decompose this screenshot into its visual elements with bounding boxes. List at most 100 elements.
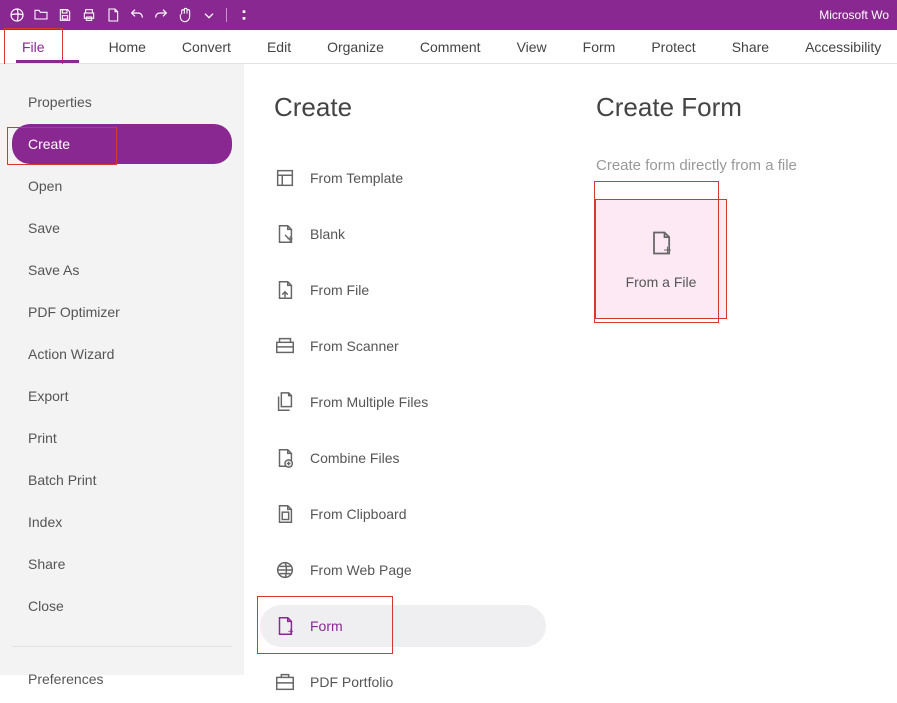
main-area: Properties Create Open Save Save As PDF …: [0, 64, 897, 675]
create-item-label: From File: [310, 282, 369, 298]
create-item-blank[interactable]: + Blank: [274, 213, 546, 255]
sidebar-item-properties[interactable]: Properties: [12, 82, 232, 122]
menu-item-label: View: [517, 39, 547, 55]
create-item-clipboard[interactable]: From Clipboard: [274, 493, 546, 535]
save-icon[interactable]: [56, 6, 74, 24]
create-item-label: PDF Portfolio: [310, 674, 393, 690]
create-item-label: From Template: [310, 170, 403, 186]
create-item-form[interactable]: + Form: [260, 605, 546, 647]
from-a-file-button[interactable]: + From a File: [596, 200, 726, 318]
template-icon: [274, 167, 296, 189]
window-title: Microsoft Wo: [819, 8, 889, 22]
menu-item-comment[interactable]: Comment: [402, 30, 499, 63]
portfolio-icon: [274, 671, 296, 693]
menu-item-accessibility[interactable]: Accessibility: [787, 30, 897, 63]
sidebar-item-label: Save As: [28, 262, 79, 278]
sidebar-item-open[interactable]: Open: [12, 166, 232, 206]
file-icon: [274, 279, 296, 301]
sidebar-item-preferences[interactable]: Preferences: [12, 646, 232, 699]
sidebar-item-label: Action Wizard: [28, 346, 114, 362]
undo-icon[interactable]: [128, 6, 146, 24]
blank-icon: +: [274, 223, 296, 245]
web-icon: [274, 559, 296, 581]
menu-item-organize[interactable]: Organize: [309, 30, 402, 63]
customize-icon[interactable]: [235, 6, 253, 24]
menu-item-home[interactable]: Home: [91, 30, 164, 63]
sidebar-item-label: Index: [28, 514, 62, 530]
menu-item-label: Home: [109, 39, 146, 55]
create-item-web[interactable]: From Web Page: [274, 549, 546, 591]
create-item-label: Blank: [310, 226, 345, 242]
form-card-wrap: + From a File: [596, 200, 726, 318]
sidebar-item-label: Print: [28, 430, 57, 446]
create-title: Create: [274, 92, 546, 123]
create-item-combine[interactable]: Combine Files: [274, 437, 546, 479]
app-logo-icon[interactable]: [8, 6, 26, 24]
svg-text:+: +: [287, 233, 293, 245]
create-item-from-file[interactable]: From File: [274, 269, 546, 311]
menu-item-protect[interactable]: Protect: [633, 30, 713, 63]
create-item-portfolio[interactable]: PDF Portfolio: [274, 661, 546, 703]
menu-item-convert[interactable]: Convert: [164, 30, 249, 63]
scanner-icon: [274, 335, 296, 357]
titlebar-divider: [226, 8, 227, 22]
create-item-from-scanner[interactable]: From Scanner: [274, 325, 546, 367]
create-list: From Template + Blank From File From Sca…: [274, 157, 546, 703]
page-icon[interactable]: [104, 6, 122, 24]
sidebar: Properties Create Open Save Save As PDF …: [0, 64, 244, 675]
form-icon: +: [274, 615, 296, 637]
sidebar-item-export[interactable]: Export: [12, 376, 232, 416]
menu-item-label: Protect: [651, 39, 695, 55]
chevron-down-icon[interactable]: [200, 6, 218, 24]
sidebar-item-save[interactable]: Save: [12, 208, 232, 248]
create-form-title: Create Form: [596, 92, 877, 123]
sidebar-item-label: Save: [28, 220, 60, 236]
create-item-multiple-files[interactable]: From Multiple Files: [274, 381, 546, 423]
create-form-panel: Create Form Create form directly from a …: [576, 64, 897, 675]
file-plus-icon: +: [647, 229, 675, 260]
menu-item-edit[interactable]: Edit: [249, 30, 309, 63]
sidebar-item-pdf-optimizer[interactable]: PDF Optimizer: [12, 292, 232, 332]
menubar: File Home Convert Edit Organize Comment …: [0, 30, 897, 64]
clipboard-icon: [274, 503, 296, 525]
sidebar-item-label: Open: [28, 178, 62, 194]
menu-item-share[interactable]: Share: [714, 30, 787, 63]
sidebar-item-label: Close: [28, 598, 64, 614]
sidebar-item-close[interactable]: Close: [12, 586, 232, 626]
sidebar-item-share[interactable]: Share: [12, 544, 232, 584]
create-panel: Create From Template + Blank From File F…: [244, 64, 576, 675]
combine-icon: [274, 447, 296, 469]
menu-item-view[interactable]: View: [499, 30, 565, 63]
menu-item-file[interactable]: File: [4, 30, 91, 63]
menu-item-label: Edit: [267, 39, 291, 55]
sidebar-item-label: Export: [28, 388, 68, 404]
sidebar-item-label: Batch Print: [28, 472, 96, 488]
svg-text:+: +: [663, 241, 671, 256]
sidebar-item-label: Preferences: [28, 671, 103, 687]
sidebar-item-label: PDF Optimizer: [28, 304, 120, 320]
multi-file-icon: [274, 391, 296, 413]
create-item-label: Combine Files: [310, 450, 399, 466]
sidebar-item-label: Share: [28, 556, 65, 572]
sidebar-item-batch-print[interactable]: Batch Print: [12, 460, 232, 500]
svg-text:+: +: [288, 627, 294, 637]
sidebar-item-print[interactable]: Print: [12, 418, 232, 458]
create-item-label: From Scanner: [310, 338, 399, 354]
menu-item-label: Share: [732, 39, 769, 55]
menu-item-label: Comment: [420, 39, 481, 55]
hand-tool-icon[interactable]: [176, 6, 194, 24]
sidebar-item-action-wizard[interactable]: Action Wizard: [12, 334, 232, 374]
sidebar-item-save-as[interactable]: Save As: [12, 250, 232, 290]
print-icon[interactable]: [80, 6, 98, 24]
folder-open-icon[interactable]: [32, 6, 50, 24]
redo-icon[interactable]: [152, 6, 170, 24]
sidebar-item-create[interactable]: Create: [12, 124, 232, 164]
titlebar: Microsoft Wo: [0, 0, 897, 30]
menu-item-form[interactable]: Form: [565, 30, 634, 63]
create-item-label: From Multiple Files: [310, 394, 428, 410]
create-form-subtitle: Create form directly from a file: [596, 157, 877, 174]
menu-item-label: File: [22, 39, 45, 55]
create-item-template[interactable]: From Template: [274, 157, 546, 199]
sidebar-item-index[interactable]: Index: [12, 502, 232, 542]
menu-item-label: Convert: [182, 39, 231, 55]
